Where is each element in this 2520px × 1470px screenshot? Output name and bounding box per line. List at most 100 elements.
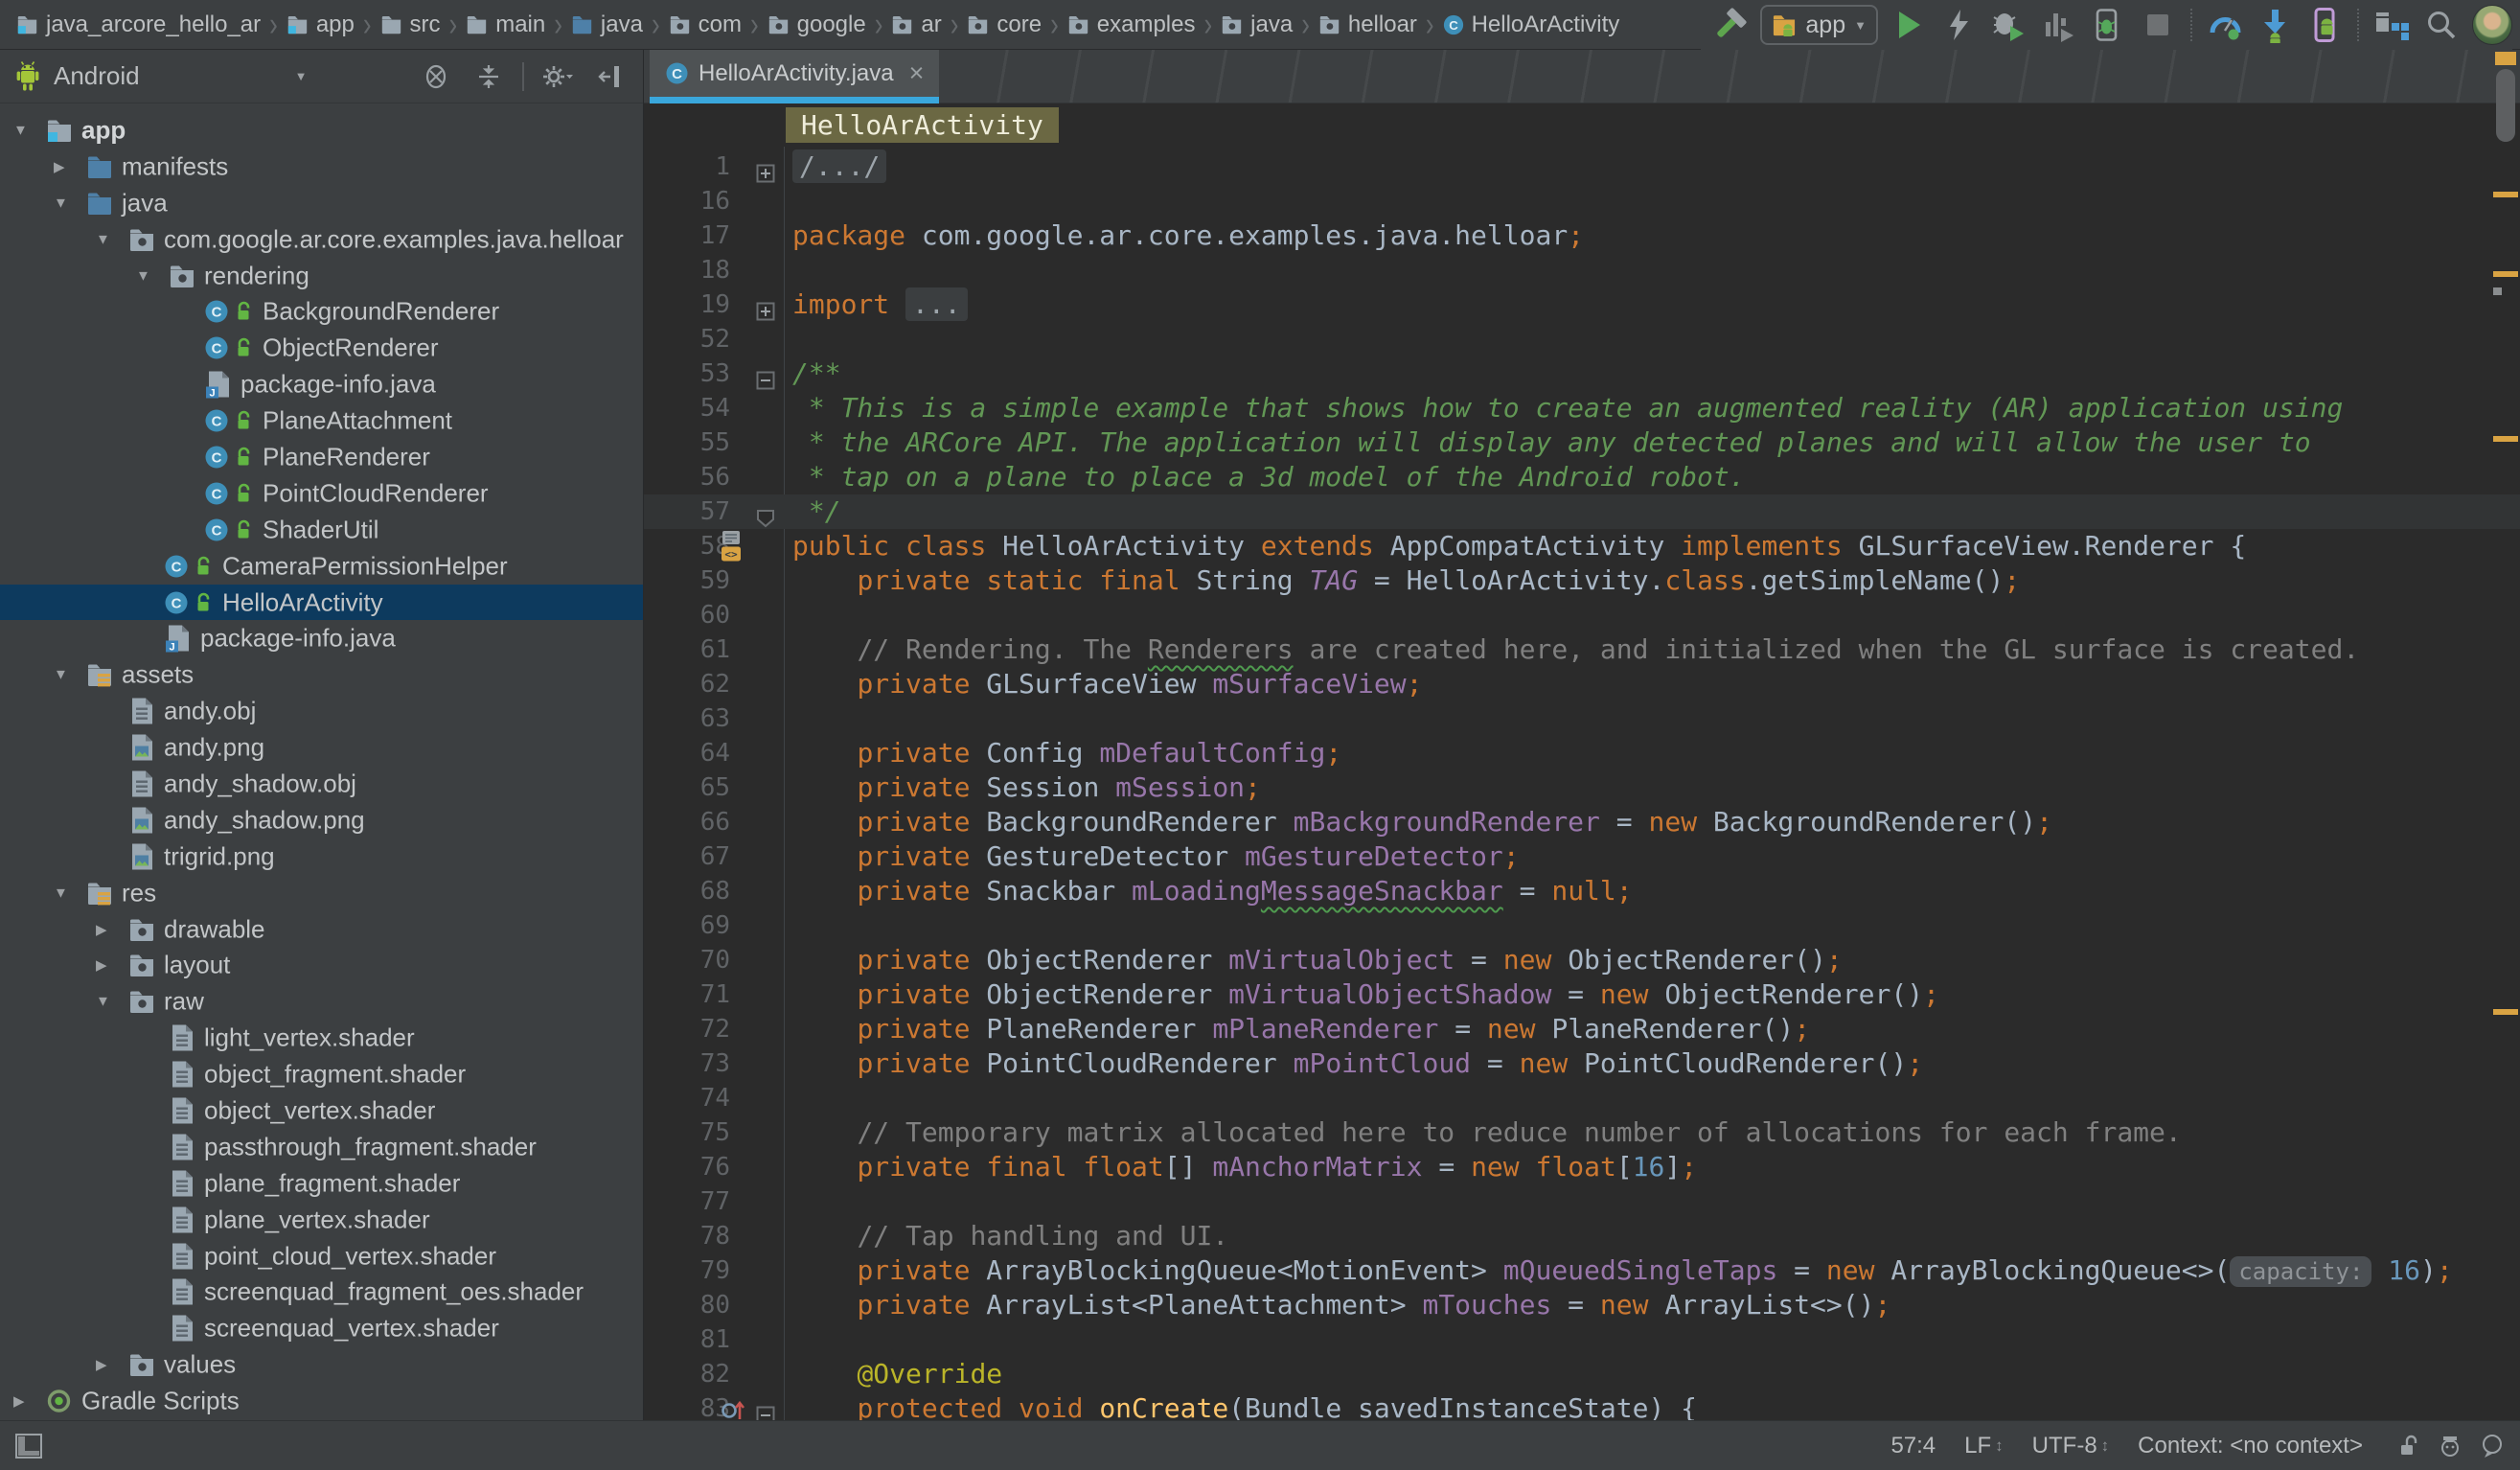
fold-marker-icon[interactable] [756, 157, 775, 176]
toolwindow-toggle-icon[interactable] [10, 1426, 48, 1466]
scrollbar-thumb[interactable] [2496, 69, 2515, 142]
user-avatar[interactable] [2472, 5, 2512, 45]
line-number[interactable]: 74 [644, 1081, 730, 1115]
tree-item-andy-obj[interactable]: andy.obj [0, 693, 643, 729]
warning-stripe-mark[interactable] [2493, 271, 2518, 277]
debug-icon[interactable] [1989, 5, 2027, 45]
tree-item-screenquad-vertex-shader[interactable]: screenquad_vertex.shader [0, 1310, 643, 1346]
tree-item-andy-shadow-png[interactable]: andy_shadow.png [0, 802, 643, 838]
line-number[interactable]: 73 [644, 1046, 730, 1081]
code-line[interactable]: 19import ... [644, 287, 2520, 322]
breadcrumb-item[interactable]: CHelloArActivity [1440, 11, 1623, 38]
chevron-down-icon[interactable]: ▼ [295, 69, 308, 83]
tree-item-package-info-java[interactable]: Jpackage-info.java [0, 366, 643, 402]
file-status-indicator[interactable] [2495, 52, 2516, 65]
code-line[interactable]: 79 private ArrayBlockingQueue<MotionEven… [644, 1253, 2520, 1288]
code-line[interactable]: 61 // Rendering. The Renderers are creat… [644, 632, 2520, 667]
code-line[interactable]: 1/.../ [644, 149, 2520, 184]
line-number[interactable]: 18 [644, 253, 730, 287]
breadcrumb-item[interactable]: main [463, 11, 548, 38]
line-number[interactable]: 83 [644, 1391, 730, 1420]
tree-item-passthrough-fragment-shader[interactable]: passthrough_fragment.shader [0, 1129, 643, 1165]
tree-item-point-cloud-vertex-shader[interactable]: point_cloud_vertex.shader [0, 1238, 643, 1275]
code-line[interactable]: 68 private Snackbar mLoadingMessageSnack… [644, 874, 2520, 908]
tree-item-trigrid-png[interactable]: trigrid.png [0, 838, 643, 875]
project-structure-icon[interactable] [2372, 5, 2411, 45]
code-line[interactable]: 16 [644, 184, 2520, 218]
code-line[interactable]: 57 */ [644, 494, 2520, 529]
code-line[interactable]: 56 * tap on a plane to place a 3d model … [644, 460, 2520, 494]
breadcrumb-element-class[interactable]: HelloArActivity [786, 107, 1059, 143]
tree-item-helloaractivity[interactable]: CHelloArActivity [0, 585, 643, 621]
line-number[interactable]: 72 [644, 1012, 730, 1046]
code-line[interactable]: 72 private PlaneRenderer mPlaneRenderer … [644, 1012, 2520, 1046]
line-number[interactable]: 59 [644, 563, 730, 598]
line-number[interactable]: 75 [644, 1115, 730, 1150]
tree-item-object-fragment-shader[interactable]: object_fragment.shader [0, 1056, 643, 1092]
settings-gear-icon[interactable] [538, 57, 577, 97]
sdk-manager-icon[interactable] [2256, 5, 2294, 45]
project-view-selector[interactable]: Android [54, 61, 140, 91]
code-line[interactable]: 64 private Config mDefaultConfig; [644, 736, 2520, 770]
code-line[interactable]: 52 [644, 322, 2520, 356]
breadcrumb-item[interactable]: core [964, 11, 1044, 38]
code-line[interactable]: 53/** [644, 356, 2520, 391]
breadcrumb-item[interactable]: java [1218, 11, 1295, 38]
code-line[interactable]: 63 [644, 701, 2520, 736]
code-area[interactable]: 1/.../1617package com.google.ar.core.exa… [644, 147, 2520, 1420]
line-number[interactable]: 1 [644, 149, 730, 184]
run-configuration-select[interactable]: app▼ [1760, 5, 1878, 45]
tree-item-assets[interactable]: ▼assets [0, 656, 643, 693]
tree-item-objectrenderer[interactable]: CObjectRenderer [0, 330, 643, 366]
breadcrumb-item[interactable]: google [765, 11, 869, 38]
breadcrumb-item[interactable]: examples [1065, 11, 1199, 38]
search-everywhere-icon[interactable] [2422, 5, 2461, 45]
build-hammer-icon[interactable] [1710, 5, 1749, 45]
apply-changes-icon[interactable] [1939, 5, 1978, 45]
editor-scrollbar[interactable] [2491, 50, 2520, 1420]
android-profiler-icon[interactable] [2206, 5, 2244, 45]
code-line[interactable]: 74 [644, 1081, 2520, 1115]
code-line[interactable]: 77 [644, 1184, 2520, 1219]
chevron-down-icon[interactable]: ▼ [96, 231, 110, 247]
breadcrumb-item[interactable]: java [568, 11, 646, 38]
code-line[interactable]: 71 private ObjectRenderer mVirtualObject… [644, 977, 2520, 1012]
code-line[interactable]: 59 private static final String TAG = Hel… [644, 563, 2520, 598]
avd-manager-icon[interactable] [2305, 5, 2344, 45]
line-number[interactable]: 69 [644, 908, 730, 943]
code-line[interactable]: 58<>public class HelloArActivity extends… [644, 529, 2520, 563]
line-number[interactable]: 62 [644, 667, 730, 701]
tree-item-values[interactable]: ▶values [0, 1346, 643, 1383]
code-line[interactable]: 65 private Session mSession; [644, 770, 2520, 805]
tree-item-andy-png[interactable]: andy.png [0, 729, 643, 766]
fold-marker-icon[interactable] [756, 364, 775, 383]
line-number[interactable]: 52 [644, 322, 730, 356]
line-number[interactable]: 67 [644, 839, 730, 874]
warning-stripe-mark[interactable] [2493, 1009, 2518, 1015]
code-line[interactable]: 81 [644, 1322, 2520, 1357]
code-line[interactable]: 82 @Override [644, 1357, 2520, 1391]
run-icon[interactable] [1890, 5, 1928, 45]
chevron-down-icon[interactable]: ▼ [96, 994, 110, 1010]
line-number[interactable]: 65 [644, 770, 730, 805]
collapse-all-icon[interactable] [470, 57, 508, 97]
attach-debugger-icon[interactable] [2089, 5, 2127, 45]
code-line[interactable]: 62 private GLSurfaceView mSurfaceView; [644, 667, 2520, 701]
line-number[interactable]: 56 [644, 460, 730, 494]
line-number[interactable]: 82 [644, 1357, 730, 1391]
line-number[interactable]: 71 [644, 977, 730, 1012]
tree-item-shaderutil[interactable]: CShaderUtil [0, 512, 643, 548]
code-line[interactable]: 60 [644, 598, 2520, 632]
caret-position[interactable]: 57:4 [1890, 1433, 1936, 1459]
code-line[interactable]: 73 private PointCloudRenderer mPointClou… [644, 1046, 2520, 1081]
line-number[interactable]: 54 [644, 391, 730, 425]
tree-item-raw[interactable]: ▼raw [0, 983, 643, 1020]
line-number[interactable]: 61 [644, 632, 730, 667]
line-number[interactable]: 17 [644, 218, 730, 253]
tree-item-andy-shadow-obj[interactable]: andy_shadow.obj [0, 766, 643, 802]
tree-item-package-info-java[interactable]: Jpackage-info.java [0, 620, 643, 656]
breadcrumb-item[interactable]: ar [888, 11, 944, 38]
tree-item-planeattachment[interactable]: CPlaneAttachment [0, 402, 643, 439]
tree-item-com-google-ar-core-examples-java-helloar[interactable]: ▼com.google.ar.core.examples.java.helloa… [0, 221, 643, 258]
code-line[interactable]: 55 * the ARCore API. The application wil… [644, 425, 2520, 460]
